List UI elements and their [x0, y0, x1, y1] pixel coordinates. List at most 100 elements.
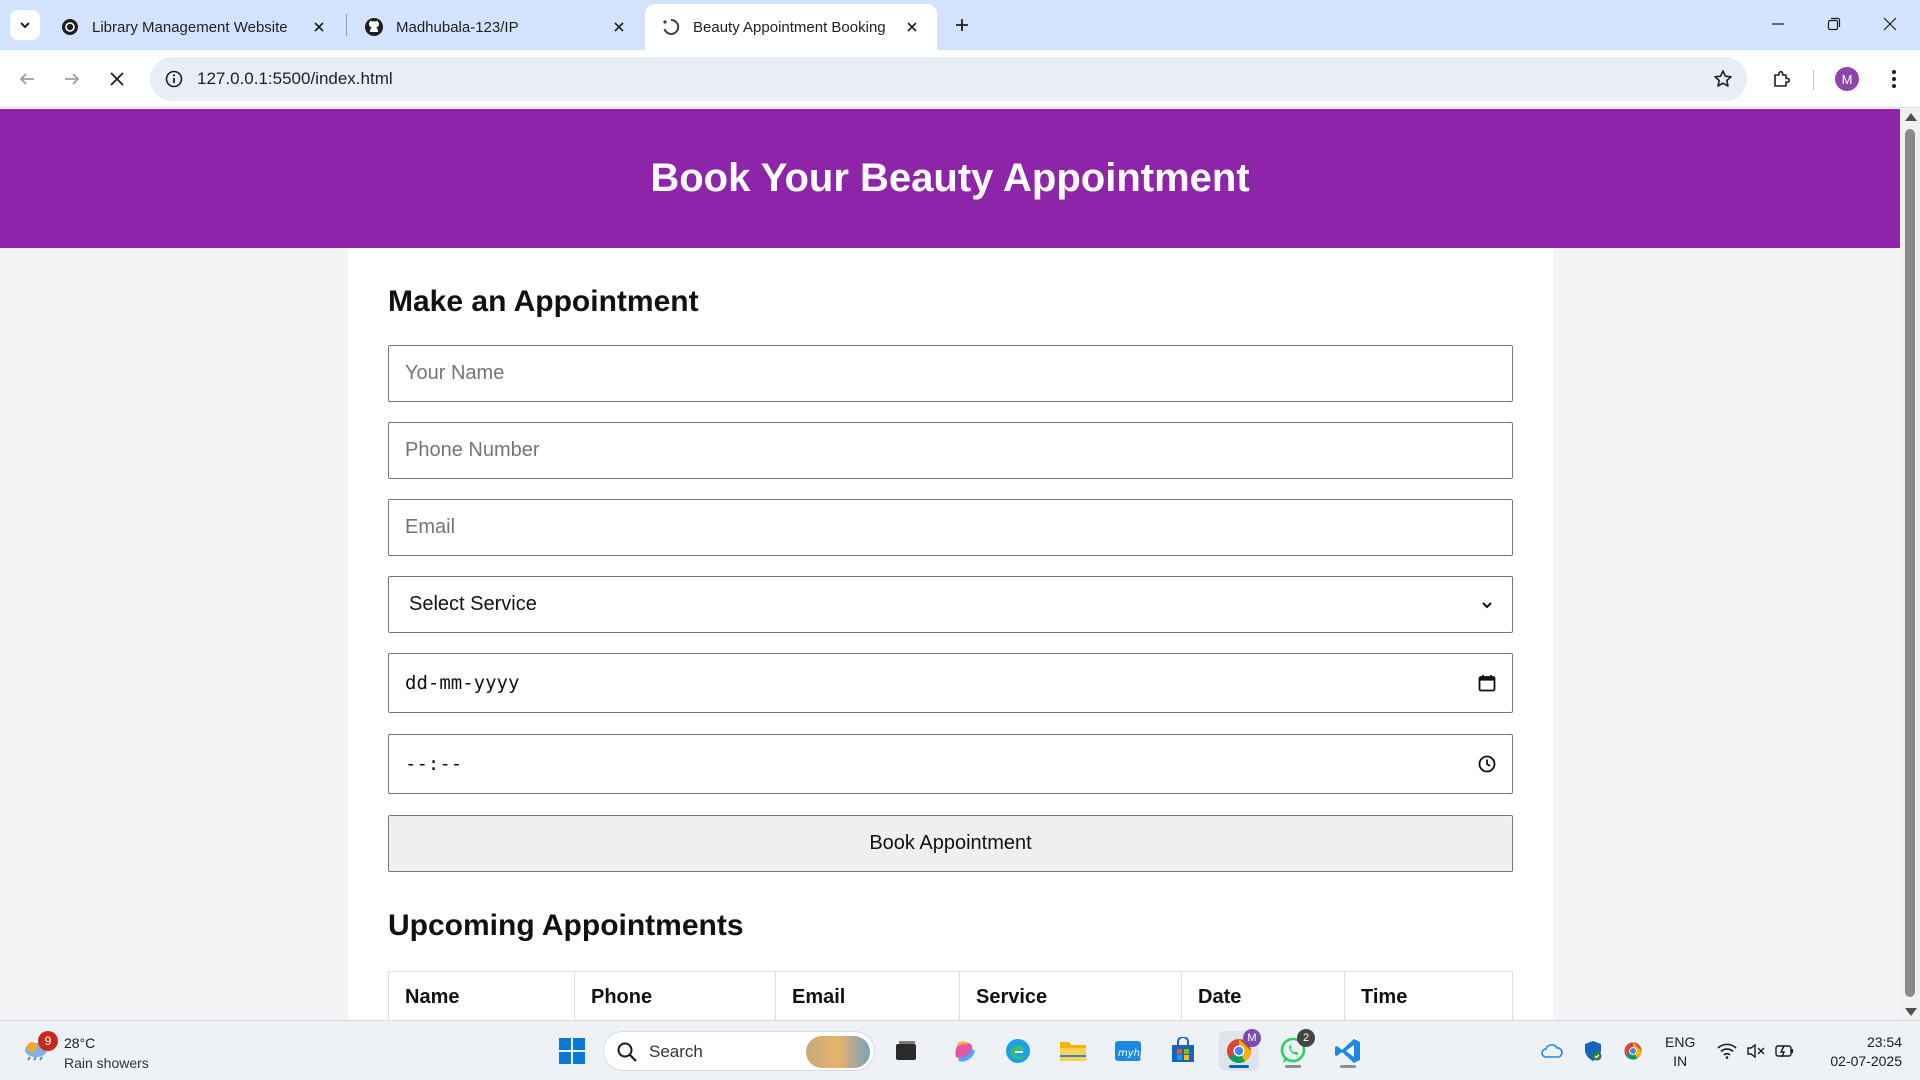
tab-strip: Library Management Website Madhubala-123…: [0, 0, 1920, 50]
edge-icon: [1006, 1039, 1030, 1063]
battery-charging-icon[interactable]: [1773, 1039, 1797, 1063]
close-tab-icon[interactable]: [608, 16, 630, 38]
close-tab-icon[interactable]: [901, 16, 923, 38]
scrollbar-thumb[interactable]: [1905, 129, 1915, 997]
input-language-indicator[interactable]: ENG IN: [1665, 1033, 1695, 1071]
more-vertical-icon: [1892, 70, 1896, 88]
copilot-app[interactable]: [944, 1031, 984, 1071]
book-appointment-button[interactable]: Book Appointment: [388, 815, 1513, 872]
address-bar[interactable]: 127.0.0.1:5500/index.html: [150, 57, 1747, 101]
copilot-icon: [955, 1041, 975, 1062]
forward-button[interactable]: [54, 61, 90, 97]
bookmark-star-icon[interactable]: [1709, 65, 1737, 93]
page-scrollbar[interactable]: [1900, 109, 1920, 1020]
onedrive-icon[interactable]: [1540, 1039, 1564, 1063]
tab-separator: [346, 14, 347, 36]
clock-icon[interactable]: [1476, 753, 1498, 775]
page-title: Book Your Beauty Appointment: [650, 156, 1250, 200]
table-header-phone: Phone: [574, 971, 776, 1020]
system-clock[interactable]: 23:54 02-07-2025: [1812, 1033, 1902, 1071]
whatsapp-app[interactable]: 2: [1273, 1029, 1315, 1071]
taskbar-search[interactable]: Search: [603, 1031, 875, 1071]
toolbar-divider: [1813, 70, 1814, 90]
menu-button[interactable]: [1876, 61, 1912, 97]
restore-button[interactable]: [1806, 0, 1862, 48]
file-explorer-app[interactable]: [1053, 1031, 1093, 1071]
running-indicator: [1285, 1065, 1301, 1068]
loading-icon: [661, 17, 681, 37]
close-icon: [1883, 17, 1897, 31]
windows-taskbar: 9 28°C Rain showers Search myhp M 2: [0, 1020, 1920, 1080]
close-icon: [110, 72, 124, 86]
form-title: Make an Appointment: [388, 285, 699, 318]
calendar-icon[interactable]: [1476, 672, 1498, 694]
task-view-icon: [896, 1041, 916, 1060]
profile-avatar[interactable]: M: [1835, 67, 1859, 91]
email-placeholder: Email: [405, 516, 456, 538]
stop-loading-button[interactable]: [99, 61, 135, 97]
site-info-icon[interactable]: [160, 65, 188, 93]
chrome-tray-icon[interactable]: [1621, 1039, 1645, 1063]
weather-widget[interactable]: 9 28°C Rain showers: [20, 1027, 180, 1075]
openai-icon: [60, 17, 80, 37]
back-button[interactable]: [9, 61, 45, 97]
name-input[interactable]: Your Name: [388, 345, 1513, 402]
table-header-date: Date: [1181, 971, 1345, 1020]
scroll-down-arrow-icon[interactable]: [1905, 1008, 1917, 1016]
service-select[interactable]: Select Service: [388, 576, 1513, 633]
myhp-icon: myhp: [1115, 1041, 1142, 1061]
github-icon: [364, 17, 384, 37]
time-input[interactable]: --:--: [388, 734, 1513, 794]
url-text[interactable]: 127.0.0.1:5500/index.html: [197, 69, 393, 89]
site-header: Book Your Beauty Appointment: [0, 109, 1900, 248]
region-code: IN: [1673, 1053, 1688, 1069]
date-input[interactable]: dd-mm-yyyy: [388, 653, 1513, 713]
date-placeholder: dd-mm-yyyy: [405, 672, 520, 694]
svg-text:myhp: myhp: [1118, 1048, 1142, 1059]
tab-title: Madhubala-123/IP: [396, 18, 519, 36]
extensions-button[interactable]: [1763, 61, 1799, 97]
close-window-button[interactable]: [1862, 0, 1918, 48]
vscode-app[interactable]: [1328, 1031, 1368, 1071]
minimize-button[interactable]: [1750, 0, 1806, 48]
close-tab-icon[interactable]: [308, 16, 330, 38]
windows-security-icon[interactable]: [1581, 1039, 1605, 1063]
microsoft-store-app[interactable]: [1163, 1031, 1203, 1071]
start-button[interactable]: [552, 1031, 592, 1071]
wifi-icon[interactable]: [1715, 1039, 1739, 1063]
tab-github-ip[interactable]: Madhubala-123/IP: [348, 4, 644, 50]
chrome-app[interactable]: M: [1219, 1029, 1261, 1071]
vscode-icon: [1335, 1039, 1360, 1063]
plus-icon: [956, 19, 968, 31]
clock-time: 23:54: [1866, 1034, 1902, 1050]
email-input[interactable]: Email: [388, 499, 1513, 556]
phone-input[interactable]: Phone Number: [388, 422, 1513, 479]
running-indicator: [1340, 1065, 1356, 1068]
search-highlight-image: [806, 1036, 870, 1068]
tab-search-button[interactable]: [10, 10, 40, 40]
myhp-app[interactable]: myhp: [1108, 1031, 1148, 1071]
tab-beauty-appointment[interactable]: Beauty Appointment Booking: [645, 4, 937, 50]
chevron-down-icon: [20, 22, 30, 29]
appointments-title: Upcoming Appointments: [388, 909, 744, 942]
edge-app[interactable]: [998, 1031, 1038, 1071]
scroll-up-arrow-icon[interactable]: [1905, 113, 1917, 121]
page-viewport: Book Your Beauty Appointment Make an App…: [0, 109, 1900, 1020]
search-label: Search: [649, 1042, 703, 1061]
whatsapp-unread-badge: 2: [1297, 1029, 1315, 1047]
store-icon: [1172, 1037, 1194, 1062]
phone-placeholder: Phone Number: [405, 439, 540, 461]
speaker-muted-icon[interactable]: [1744, 1039, 1768, 1063]
weather-alert-badge: 9: [38, 1031, 58, 1051]
task-view-button[interactable]: [886, 1031, 926, 1071]
language-code: ENG: [1665, 1034, 1696, 1050]
windows-logo-icon: [559, 1038, 585, 1064]
name-placeholder: Your Name: [405, 362, 505, 384]
appointments-table: Name Phone Email Service Date Time: [388, 971, 1513, 1020]
weather-condition: Rain showers: [64, 1055, 149, 1071]
table-header-name: Name: [388, 971, 575, 1020]
chrome-profile-badge: M: [1243, 1029, 1261, 1047]
tab-title: Beauty Appointment Booking: [693, 18, 886, 36]
new-tab-button[interactable]: [947, 10, 977, 40]
tab-library-management[interactable]: Library Management Website: [44, 4, 344, 50]
